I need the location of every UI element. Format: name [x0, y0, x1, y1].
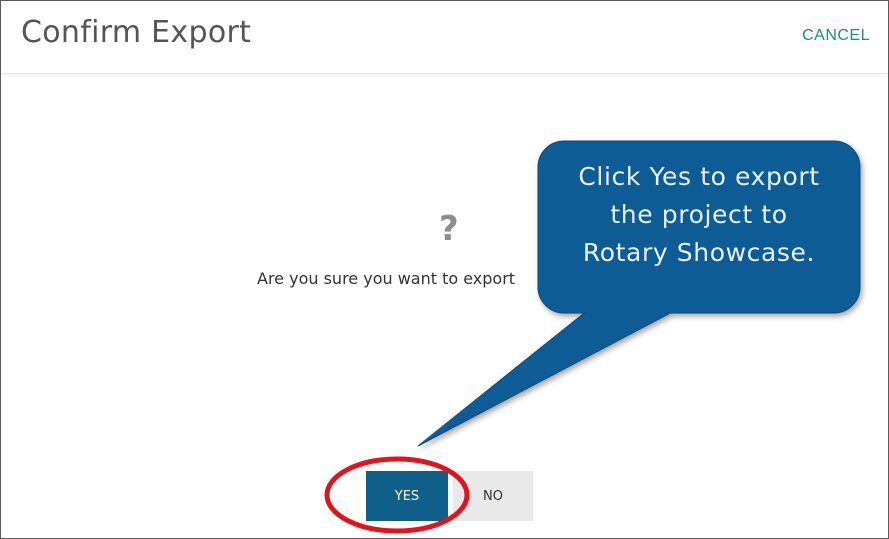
no-button[interactable]: NO [453, 471, 533, 521]
dialog-header: Confirm Export CANCEL [1, 1, 888, 74]
callout-line: Click Yes to export [578, 162, 820, 191]
yes-button[interactable]: YES [366, 471, 448, 521]
callout-text: Click Yes to export the project to Rotar… [540, 158, 858, 272]
cancel-button[interactable]: CANCEL [802, 27, 870, 45]
confirm-message: Are you sure you want to export [257, 269, 516, 288]
callout-line: Rotary Showcase. [582, 238, 816, 267]
question-icon: ? [439, 209, 459, 249]
callout-line: the project to [610, 200, 788, 229]
dialog-title: Confirm Export [21, 15, 252, 50]
